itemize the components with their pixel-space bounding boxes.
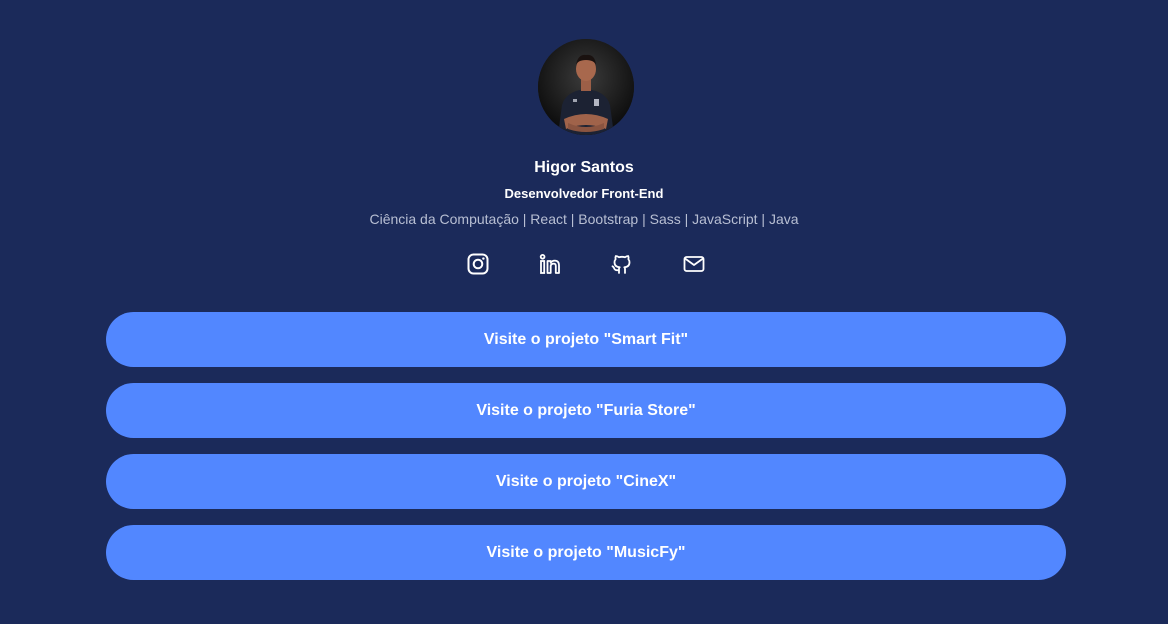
mail-icon [683,256,705,272]
project-button-smart-fit[interactable]: Visite o projeto "Smart Fit" [106,312,1066,367]
project-button-furia-store[interactable]: Visite o projeto "Furia Store" [106,383,1066,438]
linkedin-icon [539,254,560,274]
linkedin-link[interactable] [537,251,563,277]
github-icon [611,255,631,274]
project-button-musicfy[interactable]: Visite o projeto "MusicFy" [106,525,1066,580]
avatar [538,39,634,135]
profile-role: Desenvolvedor Front-End [504,186,664,201]
email-link[interactable] [681,251,707,277]
github-link[interactable] [609,251,635,277]
project-button-cinex[interactable]: Visite o projeto "CineX" [106,454,1066,509]
profile-skills: Ciência da Computação | React | Bootstra… [369,211,799,227]
instagram-icon [467,253,489,275]
instagram-link[interactable] [465,251,491,277]
social-links [0,251,1168,277]
profile-name: Higor Santos [534,159,634,176]
avatar-photo [538,39,634,135]
